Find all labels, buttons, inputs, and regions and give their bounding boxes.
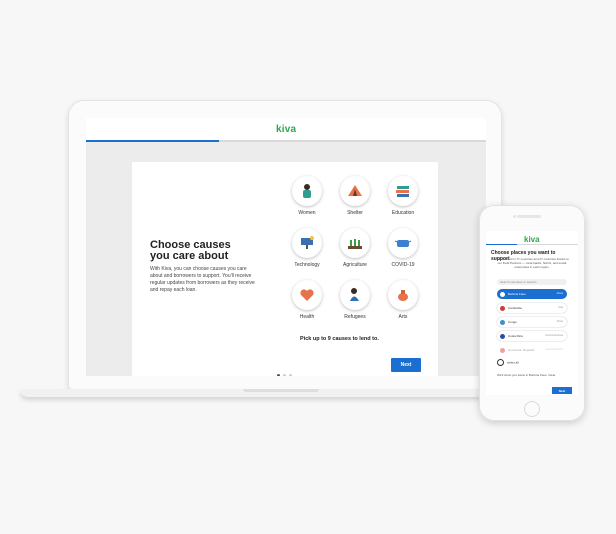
tent-icon xyxy=(340,176,370,206)
checkbox-icon xyxy=(497,359,504,366)
pick-hint: Pick up to 9 causes to lend to. xyxy=(300,336,379,342)
country-name: Costa Rica xyxy=(508,334,523,338)
country-name: Cambodia xyxy=(508,306,522,310)
cause-health[interactable]: Health xyxy=(284,280,330,320)
solar-panel-icon xyxy=(292,228,322,258)
cause-label: COVID-19 xyxy=(391,262,415,268)
phone-screen: kiva Choose places you want to support Y… xyxy=(486,231,578,395)
refugee-icon xyxy=(340,280,370,310)
cause-label: Technology xyxy=(294,262,320,268)
app-header: kiva xyxy=(86,118,486,140)
selection-note: We'll show you loans in Burkina Faso. Cl… xyxy=(497,373,556,377)
mobile-description: You can lend in 77 countries and 27 coun… xyxy=(495,257,569,269)
country-region: Africa xyxy=(556,292,563,295)
country-row-costa-rica[interactable]: Costa Rica Central America xyxy=(497,331,567,341)
cause-refugees[interactable]: Refugees xyxy=(332,280,378,320)
phone-speaker xyxy=(517,215,541,218)
page-title: Choose causes you care about xyxy=(150,240,260,262)
kiva-logo[interactable]: kiva xyxy=(276,124,296,135)
cause-women[interactable]: Women xyxy=(284,176,330,216)
heart-icon xyxy=(292,280,322,310)
cause-arts[interactable]: Arts xyxy=(380,280,426,320)
select-all-toggle[interactable]: select all xyxy=(497,359,567,366)
cause-agriculture[interactable]: Agriculture xyxy=(332,228,378,268)
cause-label: Arts xyxy=(398,314,408,320)
country-region: Africa xyxy=(556,320,563,323)
country-search-input[interactable]: Search countries or sectors xyxy=(497,279,567,285)
laptop-notch xyxy=(243,389,319,392)
progress-fill xyxy=(86,140,219,142)
country-region: Central America xyxy=(545,334,563,337)
country-row-dominican-republic[interactable]: Dominican Republic Central America xyxy=(497,345,567,355)
phone-camera xyxy=(513,215,516,218)
page-description: With Kiva, you can choose causes you car… xyxy=(150,266,255,293)
cause-education[interactable]: Education xyxy=(380,176,426,216)
pagination-dots xyxy=(277,364,295,376)
country-name: Congo xyxy=(508,320,517,324)
cause-label: Refugees xyxy=(344,314,366,320)
country-region: Central America xyxy=(545,348,563,351)
mobile-progress-fill xyxy=(486,244,517,245)
mobile-progress-bar xyxy=(486,244,578,245)
flag-icon xyxy=(500,333,505,339)
cause-shelter[interactable]: Shelter xyxy=(332,176,378,216)
cause-covid-19[interactable]: COVID-19 xyxy=(380,228,426,268)
pottery-icon xyxy=(388,280,418,310)
mask-icon xyxy=(388,228,418,258)
mobile-next-button[interactable]: Next xyxy=(552,387,572,394)
crops-icon xyxy=(340,228,370,258)
cause-label: Shelter xyxy=(347,210,363,216)
country-row-cambodia[interactable]: Cambodia Asia xyxy=(497,303,567,313)
home-button[interactable] xyxy=(524,401,540,417)
woman-icon xyxy=(292,176,322,206)
cause-label: Health xyxy=(299,314,315,320)
cause-technology[interactable]: Technology xyxy=(284,228,330,268)
page-dot-2[interactable] xyxy=(283,374,286,376)
books-icon xyxy=(388,176,418,206)
page-dot-1[interactable] xyxy=(277,374,280,376)
select-all-label: select all xyxy=(507,360,519,365)
flag-icon xyxy=(500,319,505,325)
kiva-logo-mobile[interactable]: kiva xyxy=(524,235,540,244)
title-line-2: you care about xyxy=(150,250,229,262)
check-icon xyxy=(500,291,505,297)
flag-icon xyxy=(500,347,505,353)
cause-label: Women xyxy=(298,210,316,216)
progress-bar xyxy=(86,140,486,142)
laptop-screen: kiva Choose causes you care about With K… xyxy=(86,118,486,376)
cause-label: Education xyxy=(391,210,415,216)
country-name: Burkina Faso xyxy=(508,292,526,296)
page-dot-3[interactable] xyxy=(289,374,292,376)
flag-icon xyxy=(500,305,505,311)
next-button[interactable]: Next xyxy=(391,358,421,372)
country-row-burkina-faso[interactable]: Burkina Faso Africa xyxy=(497,289,567,299)
country-name: Dominican Republic xyxy=(508,348,535,352)
causes-card: Choose causes you care about With Kiva, … xyxy=(132,162,438,376)
country-region: Asia xyxy=(558,306,563,309)
cause-label: Agriculture xyxy=(343,262,367,268)
country-row-congo[interactable]: Congo Africa xyxy=(497,317,567,327)
